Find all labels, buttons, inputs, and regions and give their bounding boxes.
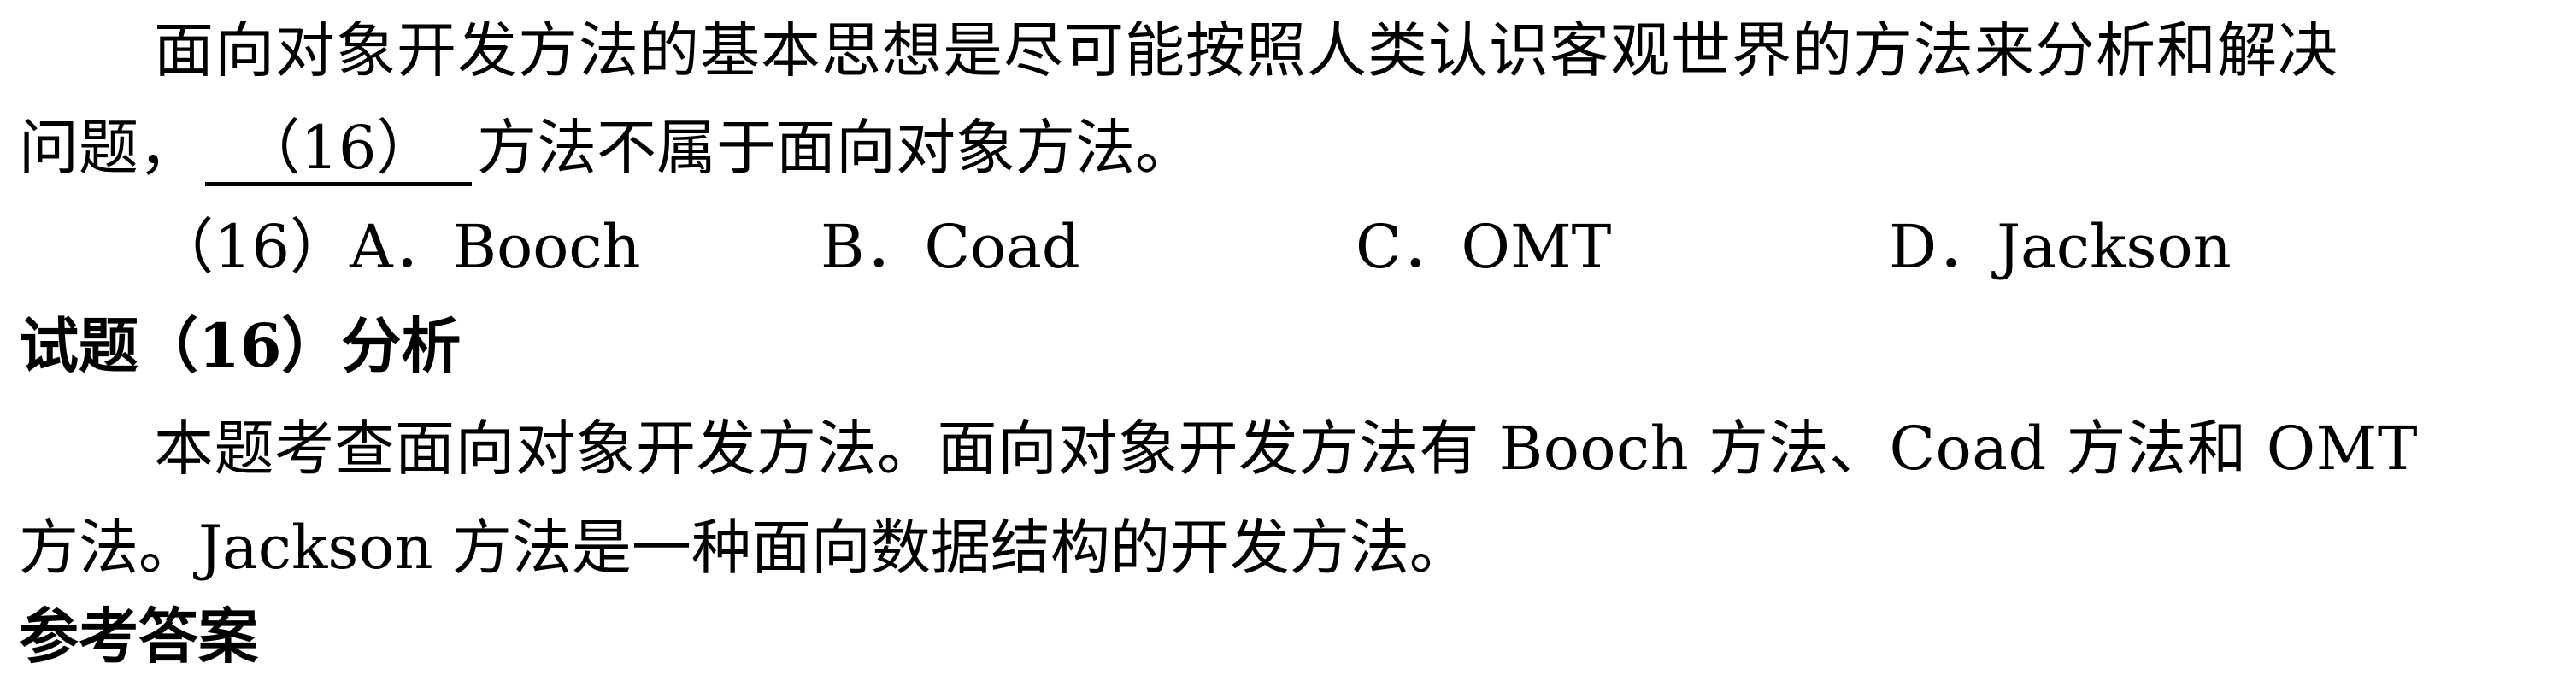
analysis-heading: 试题（16）分析 [19,310,462,381]
option-d: D．Jackson [1889,212,2232,282]
analysis-line1: 本题考查面向对象开发方法。面向对象开发方法有 Booch 方法、Coad 方法和… [154,414,2419,484]
question-stem-line2: 问题， （16） 方法不属于面向对象方法。 [19,109,1195,186]
option-b: B．Coad [820,212,1080,282]
options-row: （16）A．Booch B．Coad C．OMT D．Jackson [154,208,2576,285]
question-stem-line1: 面向对象开发方法的基本思想是尽可能按照人类认识客观世界的方法来分析和解决 [154,15,2338,85]
stem-prefix: 问题， [19,113,198,183]
option-a: （16）A．Booch [154,212,641,282]
option-c: C．OMT [1356,212,1612,282]
answer-blank: （16） [205,114,472,186]
stem-suffix: 方法不属于面向对象方法。 [477,113,1195,183]
document-page: 面向对象开发方法的基本思想是尽可能按照人类认识客观世界的方法来分析和解决 问题，… [0,0,2576,672]
analysis-line2: 方法。Jackson 方法是一种面向数据结构的开发方法。 [19,513,1469,583]
next-heading-partial: 参考答案 [19,601,258,672]
